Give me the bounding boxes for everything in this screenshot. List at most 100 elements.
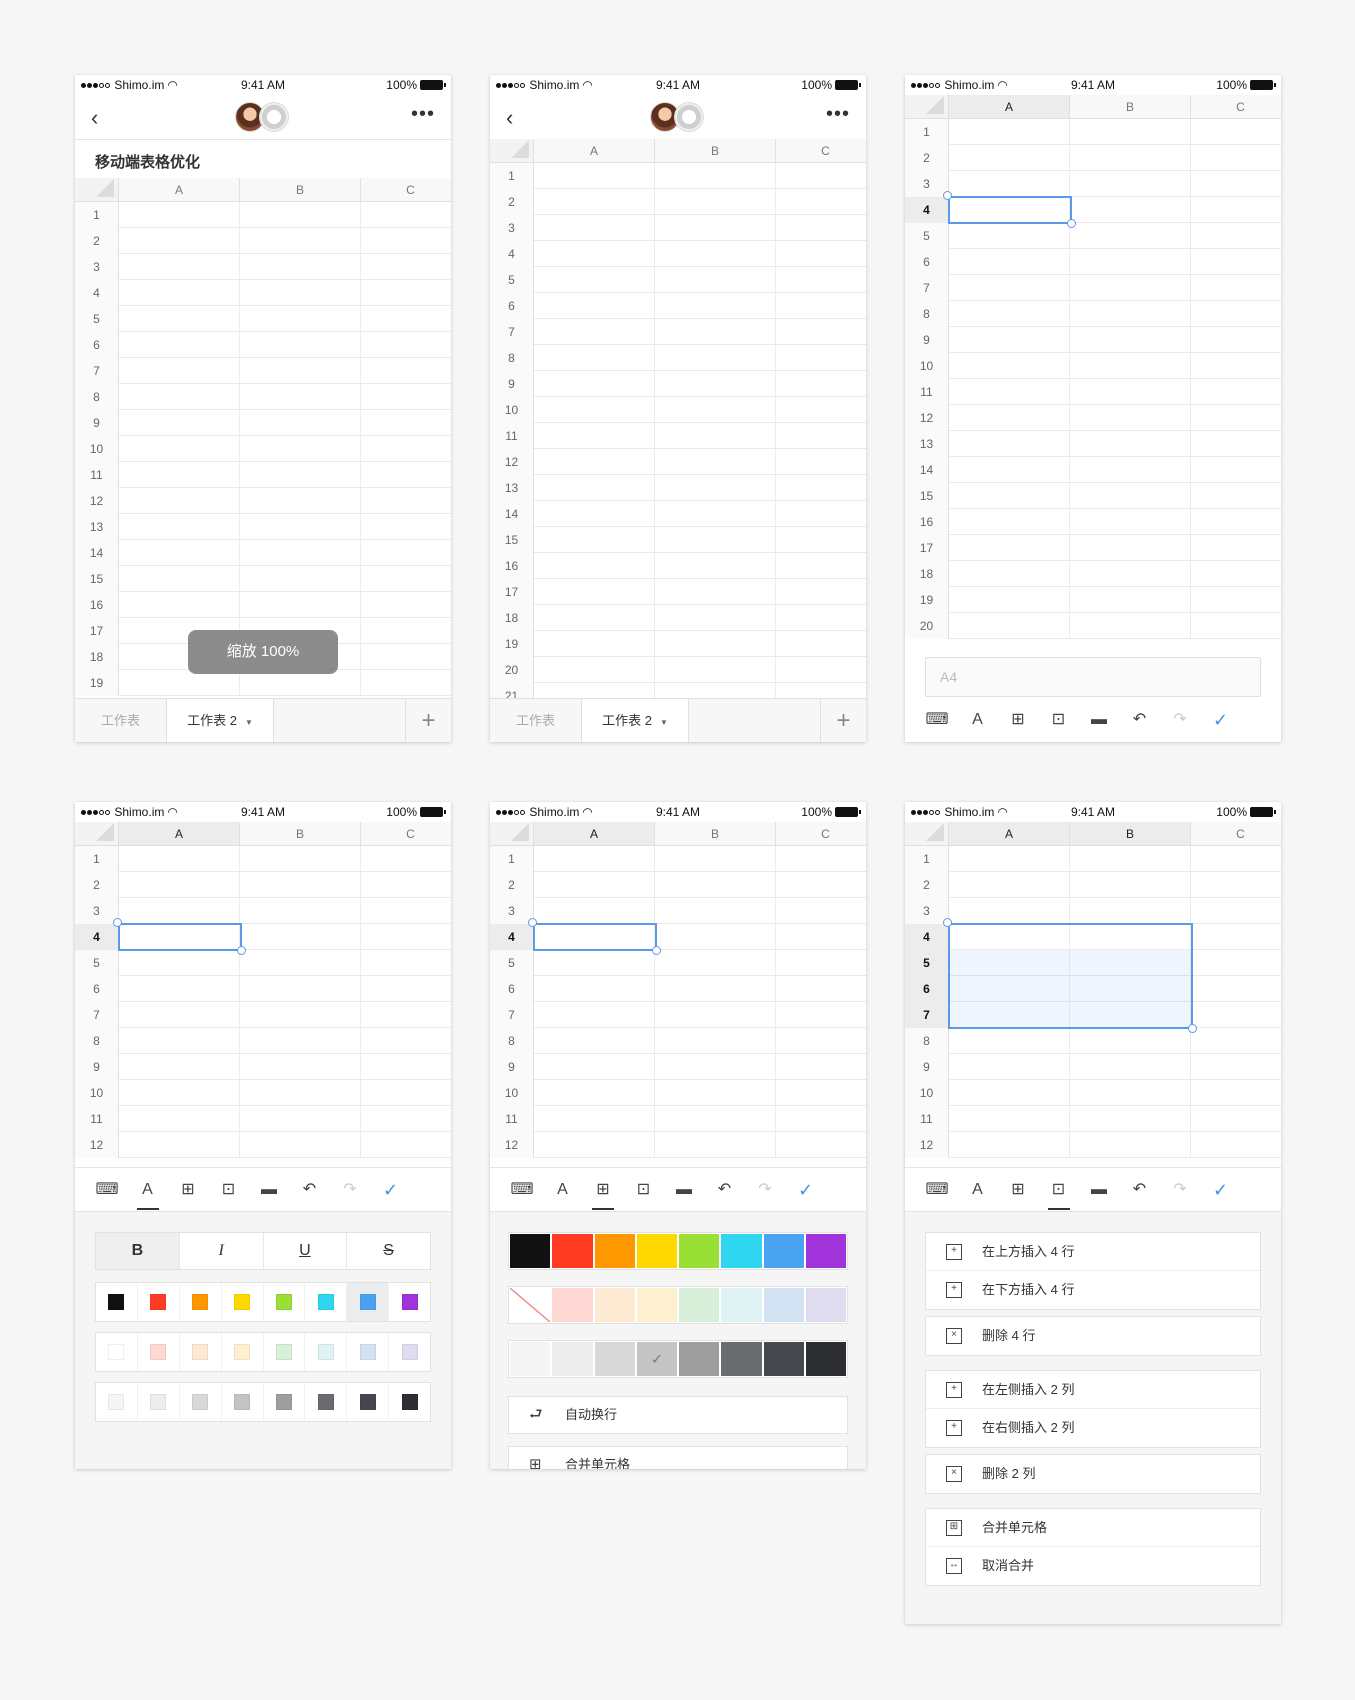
done-check-icon[interactable]: ✓: [369, 1168, 413, 1212]
grid-cell[interactable]: [655, 527, 776, 553]
color-swatch[interactable]: [721, 1342, 762, 1376]
row-header[interactable]: 14: [75, 540, 119, 566]
spreadsheet-grid[interactable]: A B C 1 2 3 4 5 6 7 8 9 10 11 12: [490, 822, 866, 1167]
table-row[interactable]: 10: [905, 1080, 1281, 1106]
grid-cell[interactable]: [119, 514, 240, 540]
color-swatch[interactable]: [679, 1288, 720, 1322]
grid-cell[interactable]: [655, 163, 776, 189]
row-header[interactable]: 15: [490, 527, 534, 553]
grid-cell[interactable]: [949, 483, 1070, 509]
grid-cell[interactable]: [119, 846, 240, 872]
keyboard-icon[interactable]: ⌨: [915, 698, 959, 742]
grid-cell[interactable]: [1070, 353, 1191, 379]
table-row[interactable]: 2: [905, 872, 1281, 898]
row-column-icon[interactable]: ⊡: [207, 1168, 251, 1212]
table-row[interactable]: 10: [75, 1080, 451, 1106]
row-header[interactable]: 16: [490, 553, 534, 579]
row-header[interactable]: 11: [75, 1106, 119, 1132]
row-header[interactable]: 20: [905, 613, 949, 639]
table-row[interactable]: 13: [490, 475, 866, 501]
grid-cell[interactable]: [534, 527, 655, 553]
table-row[interactable]: 12: [75, 488, 451, 514]
table-row[interactable]: 12: [905, 1132, 1281, 1158]
row-header[interactable]: 21: [490, 683, 534, 698]
color-swatch[interactable]: [510, 1288, 551, 1322]
grid-cell[interactable]: [240, 1080, 361, 1106]
insert-above-item[interactable]: + 在上方插入 4 行: [926, 1233, 1260, 1271]
grid-cell[interactable]: [949, 1028, 1070, 1054]
color-swatch[interactable]: [138, 1283, 180, 1321]
grid-cell[interactable]: [1070, 872, 1191, 898]
color-swatch[interactable]: [679, 1342, 720, 1376]
grid-cell[interactable]: [949, 509, 1070, 535]
color-swatch[interactable]: [264, 1333, 306, 1371]
collaborator-avatars[interactable]: [650, 102, 710, 132]
grid-cell[interactable]: [655, 475, 776, 501]
grid-cell[interactable]: [119, 898, 240, 924]
grid-cell[interactable]: [240, 410, 361, 436]
grid-cell[interactable]: [534, 163, 655, 189]
color-swatch[interactable]: [552, 1234, 593, 1268]
table-row[interactable]: 2: [905, 145, 1281, 171]
text-format-icon[interactable]: A: [956, 1168, 1000, 1212]
row-header[interactable]: 19: [490, 631, 534, 657]
grid-cell[interactable]: [655, 371, 776, 397]
row-header[interactable]: 5: [490, 267, 534, 293]
table-row[interactable]: 5: [75, 306, 451, 332]
row-header[interactable]: 8: [905, 301, 949, 327]
select-all-corner[interactable]: [905, 95, 949, 119]
row-header[interactable]: 18: [75, 644, 119, 670]
merge-cells-button[interactable]: ⊞ 合并单元格: [508, 1446, 848, 1469]
grid-cell[interactable]: [1070, 197, 1191, 223]
grid-cell[interactable]: [655, 319, 776, 345]
table-row[interactable]: 11: [490, 1106, 866, 1132]
row-header[interactable]: 7: [490, 1002, 534, 1028]
grid-cell[interactable]: [655, 1080, 776, 1106]
row-column-icon[interactable]: ⊡: [622, 1168, 666, 1212]
column-header-a[interactable]: A: [119, 822, 240, 846]
table-row[interactable]: 9: [905, 1054, 1281, 1080]
underline-button[interactable]: U: [264, 1233, 348, 1269]
color-swatch[interactable]: [96, 1283, 138, 1321]
text-format-icon[interactable]: A: [956, 698, 1000, 742]
insert-right-item[interactable]: + 在右侧插入 2 列: [926, 1409, 1260, 1447]
table-row[interactable]: 2: [490, 189, 866, 215]
row-header[interactable]: 8: [490, 345, 534, 371]
row-header[interactable]: 9: [490, 371, 534, 397]
row-header[interactable]: 16: [905, 509, 949, 535]
grid-cell[interactable]: [949, 1080, 1070, 1106]
grid-cell[interactable]: [534, 241, 655, 267]
undo-icon[interactable]: ↶: [1118, 1168, 1162, 1212]
grid-cell[interactable]: [534, 976, 655, 1002]
table-row[interactable]: 11: [490, 423, 866, 449]
table-row[interactable]: 8: [75, 384, 451, 410]
grid-cell[interactable]: [655, 657, 776, 683]
table-row[interactable]: 9: [490, 371, 866, 397]
grid-cell[interactable]: [949, 171, 1070, 197]
grid-cell[interactable]: [949, 405, 1070, 431]
color-swatch[interactable]: [222, 1283, 264, 1321]
row-header[interactable]: 2: [75, 228, 119, 254]
table-row[interactable]: 9: [75, 1054, 451, 1080]
table-row[interactable]: 15: [905, 483, 1281, 509]
row-header[interactable]: 5: [75, 306, 119, 332]
row-header[interactable]: 4: [75, 280, 119, 306]
done-check-icon[interactable]: ✓: [1199, 1168, 1243, 1212]
table-row[interactable]: 8: [905, 1028, 1281, 1054]
table-row[interactable]: 17: [490, 579, 866, 605]
table-row[interactable]: 6: [75, 976, 451, 1002]
table-row[interactable]: 2: [75, 872, 451, 898]
row-header[interactable]: 4: [490, 241, 534, 267]
grid-cell[interactable]: [119, 1028, 240, 1054]
row-header[interactable]: 7: [905, 275, 949, 301]
grid-cell[interactable]: [949, 431, 1070, 457]
grid-cell[interactable]: [949, 872, 1070, 898]
redo-icon[interactable]: ↷: [1158, 1168, 1202, 1212]
row-header[interactable]: 18: [905, 561, 949, 587]
grid-cell[interactable]: [949, 223, 1070, 249]
grid-cell[interactable]: [655, 553, 776, 579]
row-header[interactable]: 12: [905, 1132, 949, 1158]
column-header-c[interactable]: C: [776, 822, 866, 846]
table-row[interactable]: 12: [75, 1132, 451, 1158]
table-row[interactable]: 10: [905, 353, 1281, 379]
